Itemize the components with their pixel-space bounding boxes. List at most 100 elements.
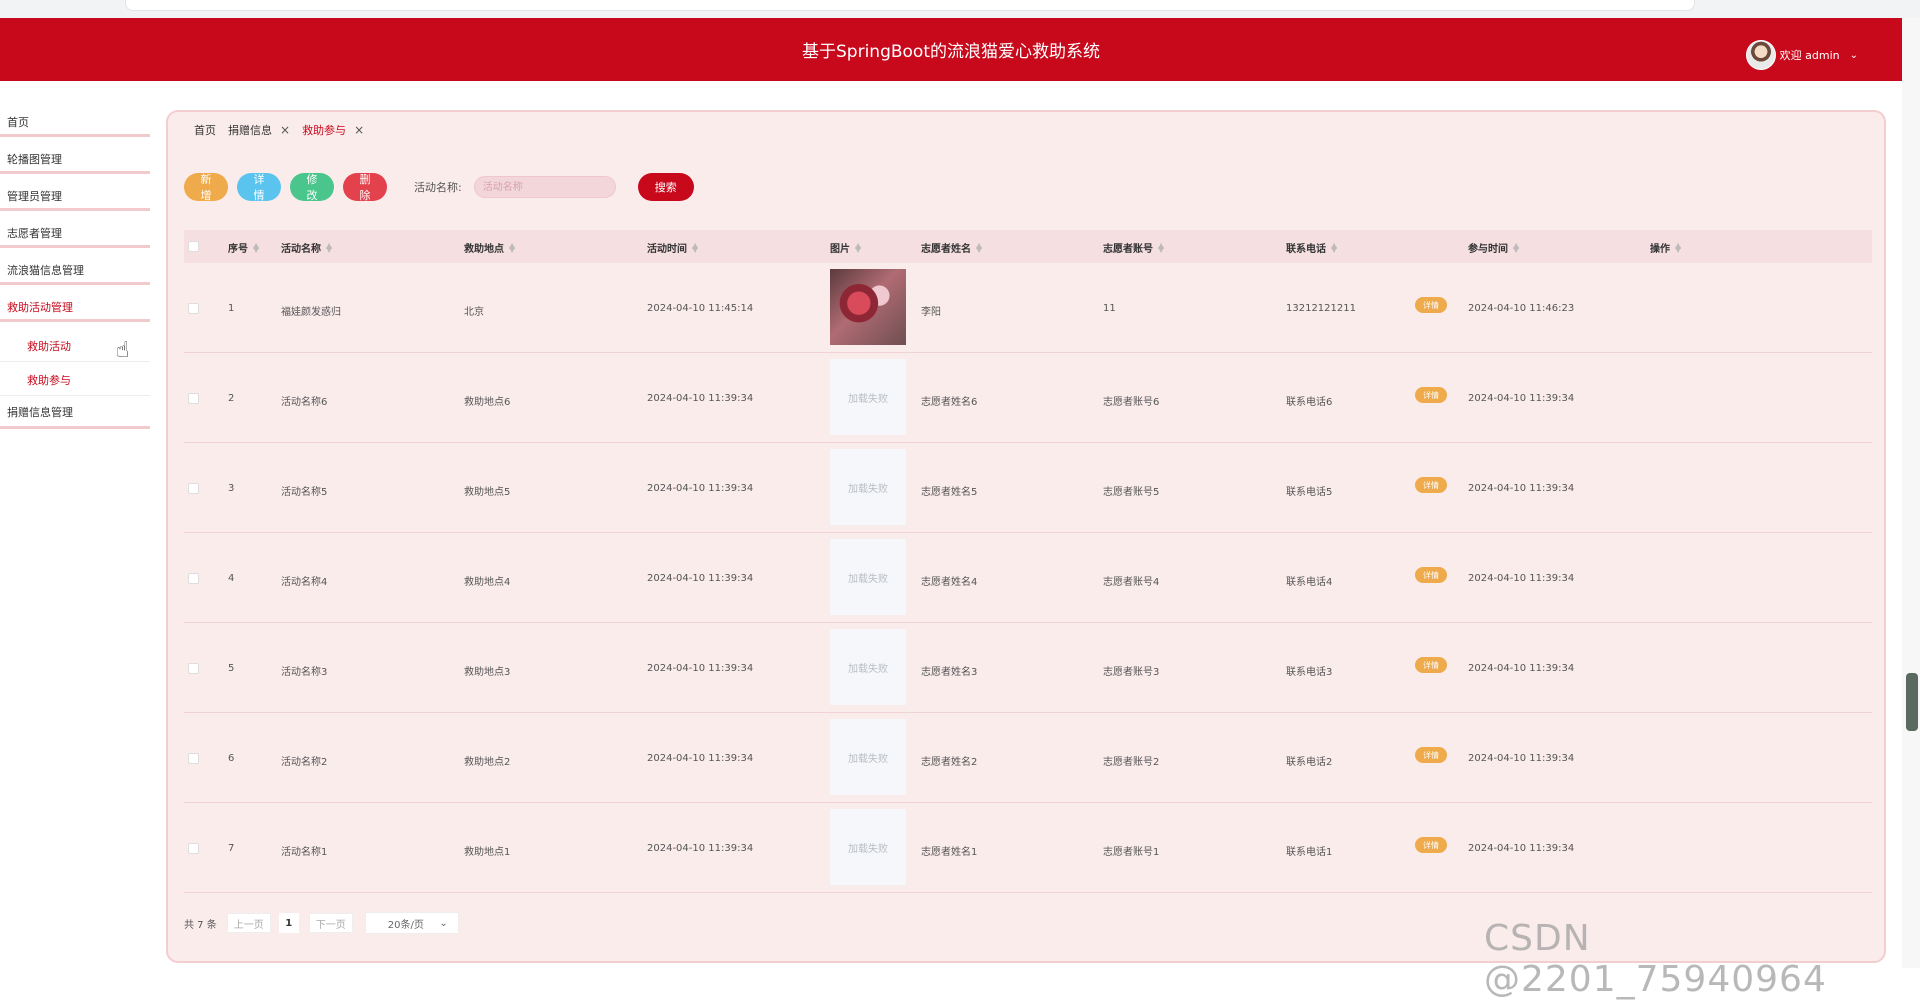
row-checkbox[interactable] bbox=[188, 573, 199, 584]
column-header[interactable]: 志愿者姓名 ▲ ▼ bbox=[921, 240, 982, 255]
table-row[interactable]: 5 活动名称3 救助地点3 2024-04-10 11:39:34 加载失败 志… bbox=[184, 623, 1872, 713]
image-load-failed[interactable]: 加载失败 bbox=[830, 539, 906, 615]
detail-button[interactable]: 详情 bbox=[237, 173, 281, 202]
sidebar-subitem-rescue-participation[interactable]: 救助参与 bbox=[0, 362, 150, 396]
table-row[interactable]: 4 活动名称4 救助地点4 2024-04-10 11:39:34 加载失败 志… bbox=[184, 533, 1872, 623]
sidebar-item-home[interactable]: 首页 bbox=[0, 106, 150, 143]
main-panel: 首页 捐赠信息 × 救助参与 × 新增 详情 修改 删除 活动名称: 搜索 序号▲▼… bbox=[166, 110, 1886, 963]
table-row[interactable]: 1 福娃颜发惑归 北京 2024-04-10 11:45:14 李阳 11 13… bbox=[184, 263, 1872, 353]
cell-activity-time: 2024-04-10 11:39:34 bbox=[647, 663, 754, 674]
tab-home[interactable]: 首页 bbox=[194, 122, 216, 138]
column-header[interactable]: 参与时间 ▲ ▼ bbox=[1468, 240, 1519, 255]
table-row[interactable]: 2 活动名称6 救助地点6 2024-04-10 11:39:34 加载失败 志… bbox=[184, 353, 1872, 443]
sidebar-item-admins[interactable]: 管理员管理 bbox=[0, 180, 150, 217]
table-row[interactable]: 6 活动名称2 救助地点2 2024-04-10 11:39:34 加载失败 志… bbox=[184, 713, 1872, 803]
cell-phone: 联系电话1 bbox=[1286, 847, 1333, 858]
cell-no: 5 bbox=[228, 663, 235, 674]
cell-volunteer-name: 志愿者姓名3 bbox=[921, 667, 978, 678]
cell-activity-time: 2024-04-10 11:39:34 bbox=[647, 573, 754, 584]
cell-activity-time: 2024-04-10 11:39:34 bbox=[647, 393, 754, 404]
row-checkbox[interactable] bbox=[188, 843, 199, 854]
toolbar: 新增 详情 修改 删除 活动名称: 搜索 bbox=[184, 173, 703, 202]
app-title: 基于SpringBoot的流浪猫爱心救助系统 bbox=[802, 42, 1100, 62]
column-header[interactable]: 救助地点 ▲ ▼ bbox=[464, 240, 515, 255]
next-page-button[interactable]: 下一页 bbox=[308, 913, 353, 933]
cell-volunteer-account: 志愿者账号1 bbox=[1103, 847, 1160, 858]
column-header[interactable]: 活动名称 ▲ ▼ bbox=[281, 240, 332, 255]
cell-join-time: 2024-04-10 11:39:34 bbox=[1468, 663, 1575, 674]
row-detail-button[interactable]: 详情 bbox=[1415, 387, 1447, 403]
column-header[interactable]: 志愿者账号 ▲ ▼ bbox=[1103, 240, 1164, 255]
cell-activity-name: 活动名称2 bbox=[281, 757, 328, 768]
image-load-failed[interactable]: 加载失败 bbox=[830, 809, 906, 885]
cell-phone: 联系电话6 bbox=[1286, 397, 1333, 408]
table-header: 序号 ▲ ▼ 活动名称 ▲ ▼ 救助地点 ▲ ▼ 活动时间 ▲ ▼ 图片 ▲ ▼ 志愿者姓名 ▲ ▼ 志… bbox=[184, 230, 1872, 263]
watermark: CSDN @2201_75940964 bbox=[1484, 918, 1827, 1000]
image-load-failed[interactable]: 加载失败 bbox=[830, 719, 906, 795]
column-header[interactable]: 操作 ▲ ▼ bbox=[1650, 240, 1681, 255]
scroll-thumb[interactable] bbox=[1906, 673, 1918, 731]
chevron-down-icon: ⌄ bbox=[1849, 49, 1858, 61]
row-checkbox[interactable] bbox=[188, 483, 199, 494]
cell-phone: 联系电话3 bbox=[1286, 667, 1333, 678]
tab-rescue-participation[interactable]: 救助参与 × bbox=[302, 122, 364, 138]
column-header[interactable]: 图片 ▲ ▼ bbox=[830, 240, 861, 255]
column-header[interactable]: 活动时间 ▲ ▼ bbox=[647, 240, 698, 255]
page-size-select[interactable]: 20条/页 ⌄ bbox=[364, 912, 459, 934]
delete-button[interactable]: 删除 bbox=[343, 173, 387, 202]
sidebar-item-volunteers[interactable]: 志愿者管理 bbox=[0, 217, 150, 254]
image-load-failed[interactable]: 加载失败 bbox=[830, 629, 906, 705]
user-greeting: 欢迎 admin bbox=[1779, 49, 1840, 62]
select-all-checkbox[interactable] bbox=[188, 241, 199, 252]
address-bar[interactable] bbox=[125, 0, 1695, 11]
row-checkbox[interactable] bbox=[188, 663, 199, 674]
sidebar-item-stray-cats[interactable]: 流浪猫信息管理 bbox=[0, 254, 150, 291]
cell-join-time: 2024-04-10 11:39:34 bbox=[1468, 753, 1575, 764]
image-load-failed[interactable]: 加载失败 bbox=[830, 359, 906, 435]
row-checkbox[interactable] bbox=[188, 753, 199, 764]
cell-place: 救助地点1 bbox=[464, 847, 511, 858]
search-button[interactable]: 搜索 bbox=[637, 173, 694, 201]
cell-volunteer-account: 志愿者账号4 bbox=[1103, 577, 1160, 588]
page-number[interactable]: 1 bbox=[278, 913, 299, 933]
row-detail-button[interactable]: 详情 bbox=[1415, 657, 1447, 673]
row-detail-button[interactable]: 详情 bbox=[1415, 297, 1447, 313]
close-icon[interactable]: × bbox=[280, 123, 290, 137]
sidebar: 首页 轮播图管理 管理员管理 志愿者管理 流浪猫信息管理 救助活动管理 救助活动… bbox=[0, 106, 150, 433]
avatar bbox=[1745, 40, 1776, 70]
page-scrollbar[interactable] bbox=[1902, 18, 1920, 968]
cell-no: 4 bbox=[228, 573, 235, 584]
column-header[interactable]: 序号 ▲ ▼ bbox=[228, 240, 259, 255]
user-menu[interactable]: 欢迎 admin ⌄ bbox=[1745, 40, 1858, 70]
cell-volunteer-account: 志愿者账号5 bbox=[1103, 487, 1160, 498]
tab-donations[interactable]: 捐赠信息 × bbox=[228, 122, 290, 138]
search-input[interactable] bbox=[473, 176, 616, 198]
cat-photo[interactable] bbox=[830, 269, 906, 345]
row-detail-button[interactable]: 详情 bbox=[1415, 837, 1447, 853]
table-row[interactable]: 3 活动名称5 救助地点5 2024-04-10 11:39:34 加载失败 志… bbox=[184, 443, 1872, 533]
cell-activity-time: 2024-04-10 11:39:34 bbox=[647, 753, 754, 764]
row-checkbox[interactable] bbox=[188, 303, 199, 314]
tab-label: 首页 bbox=[194, 124, 216, 137]
image-load-failed[interactable]: 加载失败 bbox=[830, 449, 906, 525]
row-detail-button[interactable]: 详情 bbox=[1415, 747, 1447, 763]
cell-join-time: 2024-04-10 11:39:34 bbox=[1468, 573, 1575, 584]
sidebar-item-rescue-activities[interactable]: 救助活动管理 bbox=[0, 291, 150, 328]
cell-volunteer-name: 志愿者姓名5 bbox=[921, 487, 978, 498]
row-checkbox[interactable] bbox=[188, 393, 199, 404]
table-row[interactable]: 7 活动名称1 救助地点1 2024-04-10 11:39:34 加载失败 志… bbox=[184, 803, 1872, 893]
prev-page-button[interactable]: 上一页 bbox=[226, 913, 271, 933]
add-button[interactable]: 新增 bbox=[184, 173, 228, 202]
sidebar-item-donations[interactable]: 捐赠信息管理 bbox=[0, 396, 150, 433]
cell-phone: 联系电话4 bbox=[1286, 577, 1333, 588]
sort-icon: ▲ ▼ bbox=[1675, 240, 1682, 254]
sidebar-item-carousel[interactable]: 轮播图管理 bbox=[0, 143, 150, 180]
close-icon[interactable]: × bbox=[354, 123, 364, 137]
cell-no: 6 bbox=[228, 753, 235, 764]
row-detail-button[interactable]: 详情 bbox=[1415, 477, 1447, 493]
cell-place: 救助地点5 bbox=[464, 487, 511, 498]
search-label: 活动名称: bbox=[414, 181, 462, 194]
row-detail-button[interactable]: 详情 bbox=[1415, 567, 1447, 583]
edit-button[interactable]: 修改 bbox=[290, 173, 334, 202]
column-header[interactable]: 联系电话 ▲ ▼ bbox=[1286, 240, 1337, 255]
